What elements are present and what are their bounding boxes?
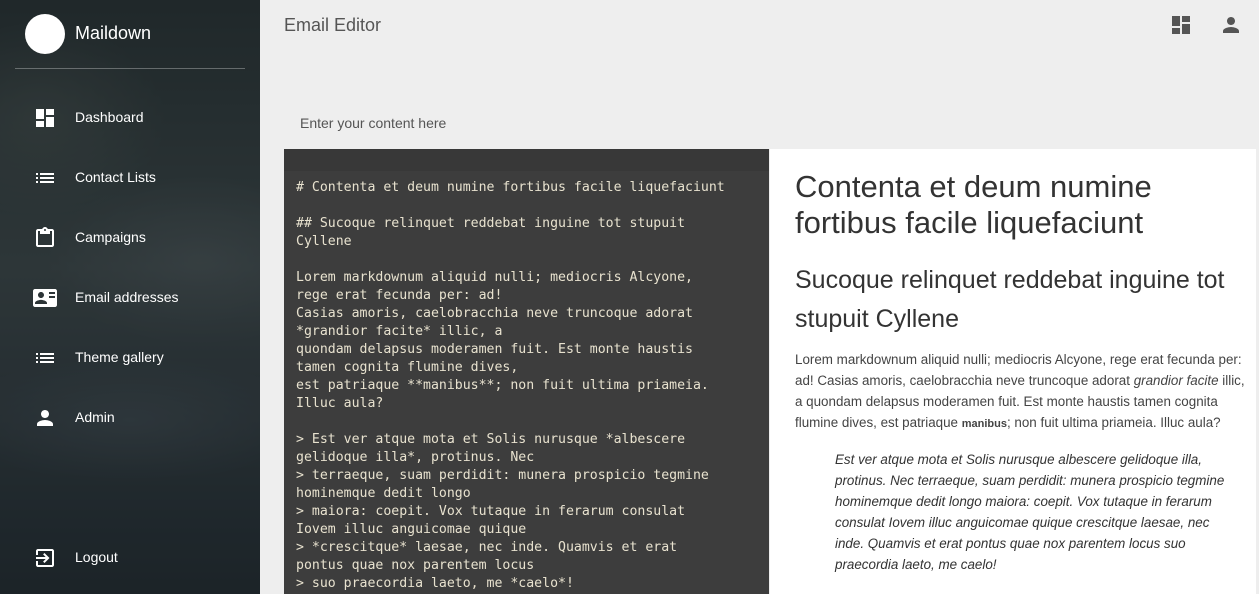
person-icon[interactable] — [1219, 13, 1243, 37]
sidebar-item-label: Email addresses — [75, 289, 179, 305]
preview-bold: manibus — [961, 418, 1007, 430]
brand[interactable]: Maildown — [0, 0, 260, 68]
sidebar: Maildown Dashboard Contact Lists Campaig… — [0, 0, 260, 594]
editor-textarea[interactable]: # Contenta et deum numine fortibus facil… — [296, 179, 766, 593]
sidebar-item-label: Campaigns — [75, 229, 146, 245]
person-icon — [33, 406, 57, 430]
contact-card-icon — [33, 286, 57, 310]
preview-paragraph: Lorem markdownum aliquid nulli; mediocri… — [795, 349, 1255, 435]
markdown-editor[interactable]: # Contenta et deum numine fortibus facil… — [284, 149, 769, 594]
sidebar-item-label: Theme gallery — [75, 349, 164, 365]
sidebar-item-label: Contact Lists — [75, 169, 156, 185]
editor-line: Casias amoris, caelobracchia neve trunco… — [296, 306, 693, 321]
sidebar-item-label: Dashboard — [75, 109, 144, 125]
preview-heading-1: Contenta et deum numine fortibus facile … — [795, 169, 1152, 240]
preview-blockquote: Est ver atque mota et Solis nurusque alb… — [835, 452, 1225, 572]
editor-line: *grandior facite* illic, a — [296, 324, 503, 339]
sidebar-item-theme-gallery[interactable]: Theme gallery — [0, 336, 260, 380]
editor-line: pontus quae nox parentem locus — [296, 558, 535, 573]
editor-line: quondam delapsus moderamen fuit. Est mon… — [296, 342, 693, 357]
editor-line: > Est ver atque mota et Solis nurusque *… — [296, 432, 686, 447]
editor-line: > maiora: coepit. Vox tutaque in ferarum… — [296, 504, 686, 519]
editor-line: Lorem markdownum aliquid nulli; mediocri… — [296, 270, 693, 285]
editor-line: Cyllene — [296, 234, 352, 249]
editor-label: Enter your content here — [300, 115, 447, 131]
sidebar-item-admin[interactable]: Admin — [0, 396, 260, 440]
editor-line: > *crescitque* laesae, nec inde. Quamvis… — [296, 540, 678, 555]
editor-toolbar — [284, 149, 769, 171]
list-icon — [33, 166, 57, 190]
list-icon — [33, 346, 57, 370]
brand-name: Maildown — [75, 23, 152, 43]
preview-heading-2: Sucoque relinquet reddebat inguine tot s… — [795, 266, 1225, 333]
editor-line: est patriaque **manibus**; non fuit ulti… — [296, 378, 709, 393]
clipboard-icon — [33, 226, 57, 250]
preview-text: ; non fuit ultima priameia. Illuc aula? — [1006, 415, 1221, 430]
sidebar-divider — [15, 68, 245, 69]
editor-line: > suo praecordia laeto, me *caelo*! — [296, 576, 574, 591]
sidebar-item-dashboard[interactable]: Dashboard — [0, 96, 260, 140]
editor-line: Iovem illuc anguicomae quique — [296, 522, 527, 537]
brand-logo — [25, 14, 65, 54]
logout-icon — [33, 546, 57, 570]
dashboard-icon — [33, 106, 57, 130]
editor-line: tamen cognita flumine dives, — [296, 360, 519, 375]
editor-line: ## Sucoque relinquet reddebat inguine to… — [296, 216, 686, 231]
editor-line: rege erat fecunda per: ad! — [296, 288, 503, 303]
sidebar-item-label: Logout — [75, 549, 118, 565]
editor-line: Illuc aula? — [296, 396, 384, 411]
page-title: Email Editor — [284, 15, 382, 35]
editor-line: hominemque dedit longo — [296, 486, 471, 501]
sidebar-item-contact-lists[interactable]: Contact Lists — [0, 156, 260, 200]
dashboard-icon[interactable] — [1169, 13, 1193, 37]
editor-line: # Contenta et deum numine fortibus facil… — [296, 180, 725, 195]
editor-line: > terraeque, suam perdidit: munera prosp… — [296, 468, 709, 483]
preview-pane: Contenta et deum numine fortibus facile … — [770, 149, 1256, 594]
sidebar-item-campaigns[interactable]: Campaigns — [0, 216, 260, 260]
editor-line: gelidoque illa*, protinus. Nec — [296, 450, 535, 465]
sidebar-item-label: Admin — [75, 409, 115, 425]
sidebar-item-logout[interactable]: Logout — [0, 536, 260, 580]
sidebar-item-email-addresses[interactable]: Email addresses — [0, 276, 260, 320]
preview-italic: grandior facite — [1133, 373, 1219, 388]
